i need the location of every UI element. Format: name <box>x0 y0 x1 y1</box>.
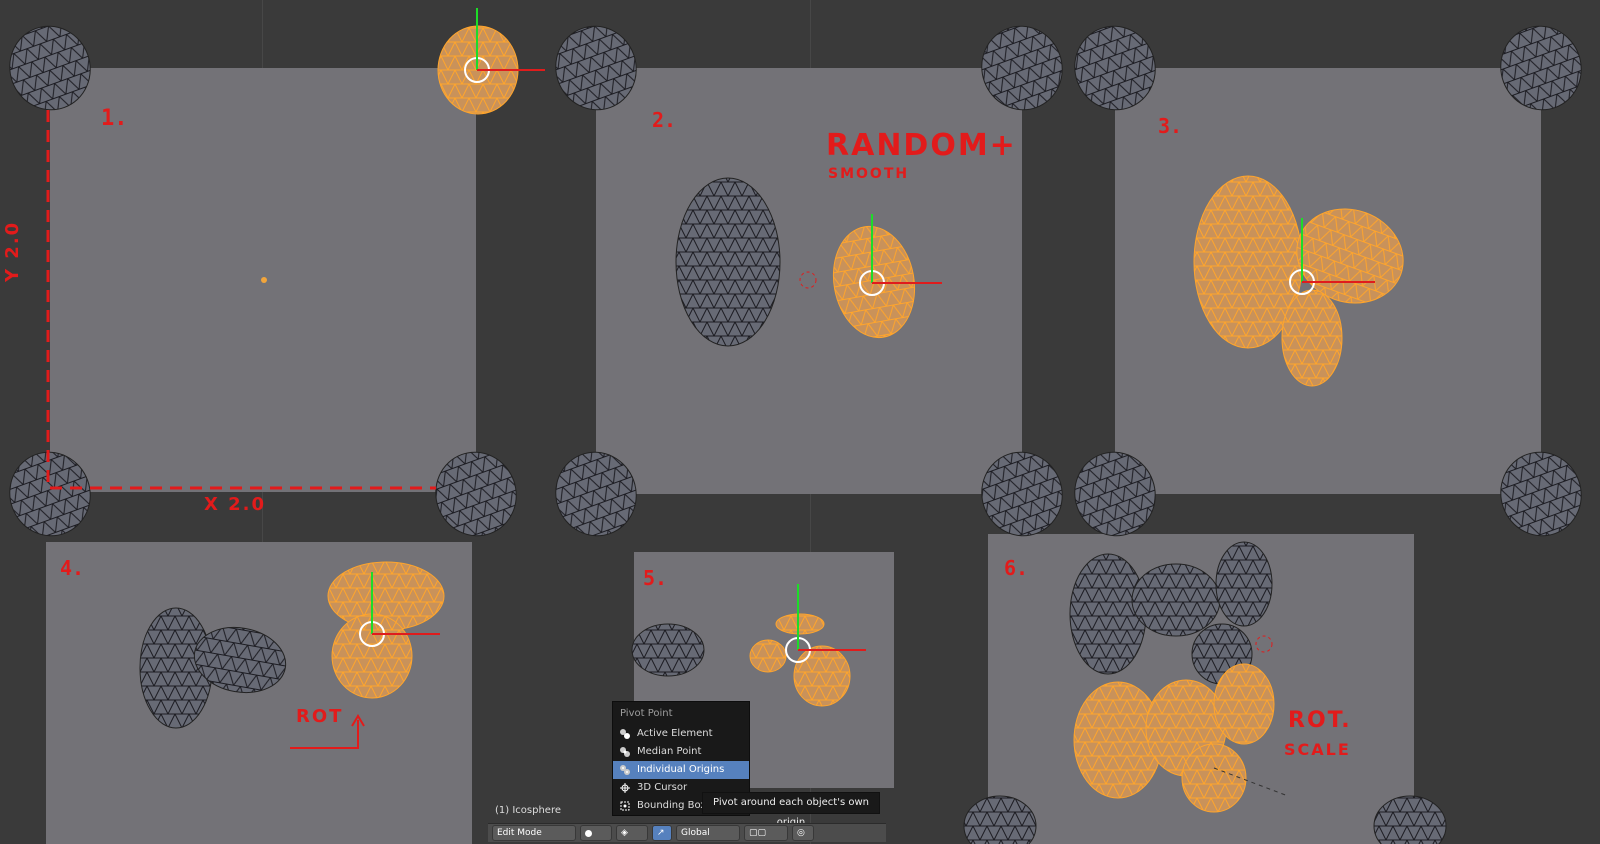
annotation-rot: ROT <box>296 706 344 727</box>
orientation-select[interactable]: Global <box>676 825 740 841</box>
status-object-name: (1) Icosphere <box>495 805 562 816</box>
sphere-icon <box>585 829 592 837</box>
menu-item-label: Individual Origins <box>637 764 725 775</box>
individual-origins-icon <box>620 765 630 775</box>
orientation-label: Global <box>681 828 710 838</box>
panel-number: 3. <box>1158 114 1183 138</box>
panel-number: 1. <box>101 106 128 131</box>
active-element-icon <box>620 729 630 739</box>
pivot-point-select[interactable]: ◈ <box>616 825 648 841</box>
menu-item-label: Median Point <box>637 746 702 757</box>
annotation-rot: ROT. <box>1288 708 1352 733</box>
panel-number: 2. <box>652 108 677 132</box>
panel-number: 4. <box>60 556 85 580</box>
annotation-scale: SCALE <box>1284 740 1351 759</box>
shading-select[interactable] <box>580 825 612 841</box>
panel-number: 5. <box>643 566 668 590</box>
tooltip: Pivot around each object's own origin <box>702 792 880 828</box>
render-preview-button[interactable]: ◎ <box>792 825 814 841</box>
menu-title: Pivot Point <box>620 708 673 719</box>
menu-item-median-point[interactable]: Median Point <box>613 743 749 761</box>
layer-buttons[interactable]: ▢▢ <box>744 825 788 841</box>
menu-item-active-element[interactable]: Active Element <box>613 725 749 743</box>
panel-number: 6. <box>1004 556 1029 580</box>
mode-label: Edit Mode <box>497 828 542 838</box>
mode-select[interactable]: Edit Mode <box>492 825 576 841</box>
annotation-random: RANDOM+ <box>826 128 1017 163</box>
menu-item-label: 3D Cursor <box>637 782 688 793</box>
annotation-x-axis: X 2.0 <box>204 494 267 515</box>
menu-item-label: Active Element <box>637 728 713 739</box>
menu-item-individual-origins[interactable]: Individual Origins <box>613 761 749 779</box>
viewport-art <box>9 8 1582 844</box>
cursor-3d-icon <box>620 783 630 793</box>
manipulator-toggle[interactable]: ↗ <box>652 825 672 841</box>
ellipsoid-gray <box>675 177 781 347</box>
viewport-header-toolbar: Edit Mode ◈ ↗ Global ▢▢ ◎ <box>488 823 886 842</box>
median-point-icon <box>620 747 630 757</box>
annotation-smooth: SMOOTH <box>828 166 910 182</box>
icosphere-gray <box>9 25 1582 844</box>
annotation-y-axis: Y 2.0 <box>2 220 23 282</box>
bounding-box-icon <box>620 801 630 811</box>
